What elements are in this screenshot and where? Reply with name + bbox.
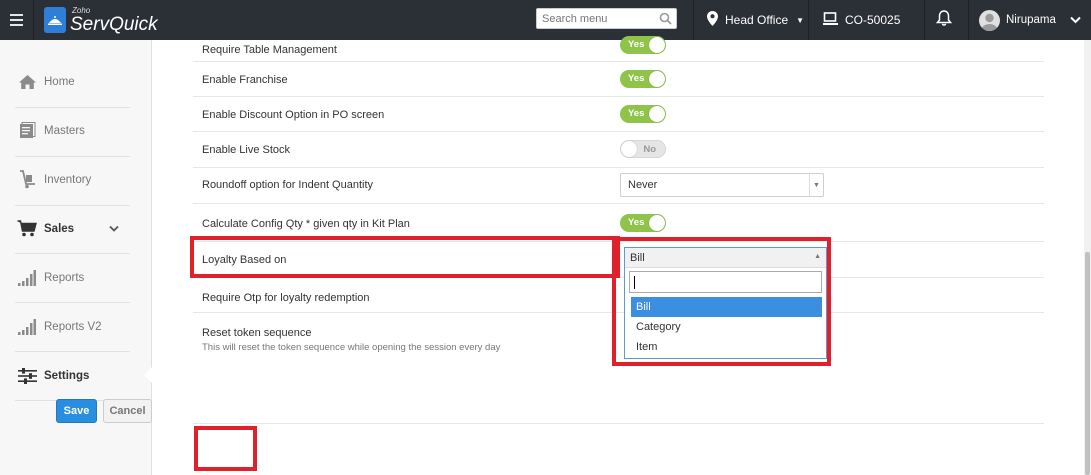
roundoff-select[interactable]: Never ▼ <box>620 173 824 197</box>
caret-down-icon: ▼ <box>796 15 805 25</box>
map-pin-icon <box>707 11 718 29</box>
setting-row: Roundoff option for Indent Quantity Neve… <box>193 168 1044 204</box>
discount-po-toggle[interactable]: Yes <box>620 105 666 123</box>
chevron-down-icon <box>1070 13 1081 27</box>
active-indicator <box>144 367 152 383</box>
sidebar-item-settings[interactable]: Settings <box>0 351 152 400</box>
save-button[interactable]: Save <box>56 399 97 423</box>
caret-down-icon: ▼ <box>809 174 823 196</box>
sidebar-item-masters[interactable]: Masters <box>0 106 152 155</box>
hamburger-icon <box>10 14 23 16</box>
setting-row: Enable Discount Option in PO screen Yes <box>193 97 1044 132</box>
menu-toggle-button[interactable] <box>0 0 34 40</box>
bar-chart-icon <box>17 269 37 287</box>
setting-row: Require Table Management Yes <box>193 33 1044 62</box>
highlight-box <box>190 236 620 278</box>
setting-row: Enable Franchise Yes <box>193 62 1044 97</box>
masters-icon <box>17 122 37 140</box>
sidebar-item-reports-v2[interactable]: Reports V2 <box>0 302 152 351</box>
chevron-down-icon <box>109 223 119 235</box>
setting-label: Require Table Management <box>202 44 337 56</box>
inventory-icon <box>17 170 37 189</box>
highlight-box <box>194 426 257 471</box>
bar-chart-icon <box>17 318 37 336</box>
table-management-toggle[interactable]: Yes <box>620 36 666 54</box>
monitor-icon <box>823 11 839 29</box>
live-stock-toggle[interactable]: No <box>620 140 666 158</box>
search-icon[interactable] <box>659 12 672 28</box>
servquick-logo-icon <box>44 7 66 33</box>
setting-label: Reset token sequence <box>202 327 312 339</box>
cancel-button[interactable]: Cancel <box>103 399 152 423</box>
setting-label: Calculate Config Qty * given qty in Kit … <box>202 218 410 230</box>
scrollbar-thumb[interactable] <box>1085 252 1090 475</box>
avatar <box>979 9 1000 31</box>
kit-plan-qty-toggle[interactable]: Yes <box>620 214 666 232</box>
location-label: Head Office <box>725 13 789 27</box>
brand-name: ServQuick <box>70 13 158 35</box>
setting-label: Roundoff option for Indent Quantity <box>202 179 374 191</box>
setting-label: Enable Live Stock <box>202 144 291 156</box>
home-icon <box>17 73 37 91</box>
sidebar-item-reports[interactable]: Reports <box>0 253 152 302</box>
setting-label: Enable Discount Option in PO screen <box>202 109 385 121</box>
sidebar-item-sales[interactable]: Sales <box>0 204 152 253</box>
user-name: Nirupama <box>1006 14 1056 26</box>
setting-description: This will reset the token sequence while… <box>202 342 501 353</box>
setting-row: Enable Live Stock No <box>193 132 1044 168</box>
search-box <box>536 8 677 29</box>
highlight-box <box>612 237 831 366</box>
sidebar-item-home[interactable]: Home <box>0 57 152 106</box>
sliders-icon <box>17 367 37 385</box>
settings-panel: Require Table Management Yes Enable Fran… <box>152 36 1084 475</box>
franchise-toggle[interactable]: Yes <box>620 70 666 88</box>
cart-icon <box>17 220 37 238</box>
search-input[interactable] <box>537 9 652 28</box>
sidebar-item-inventory[interactable]: Inventory <box>0 155 152 204</box>
setting-label: Enable Franchise <box>202 74 288 86</box>
terminal-label: CO-50025 <box>845 13 901 27</box>
setting-label: Require Otp for loyalty redemption <box>202 292 370 304</box>
bell-icon <box>935 10 953 30</box>
brand-logo[interactable]: Zoho ServQuick <box>44 4 158 36</box>
